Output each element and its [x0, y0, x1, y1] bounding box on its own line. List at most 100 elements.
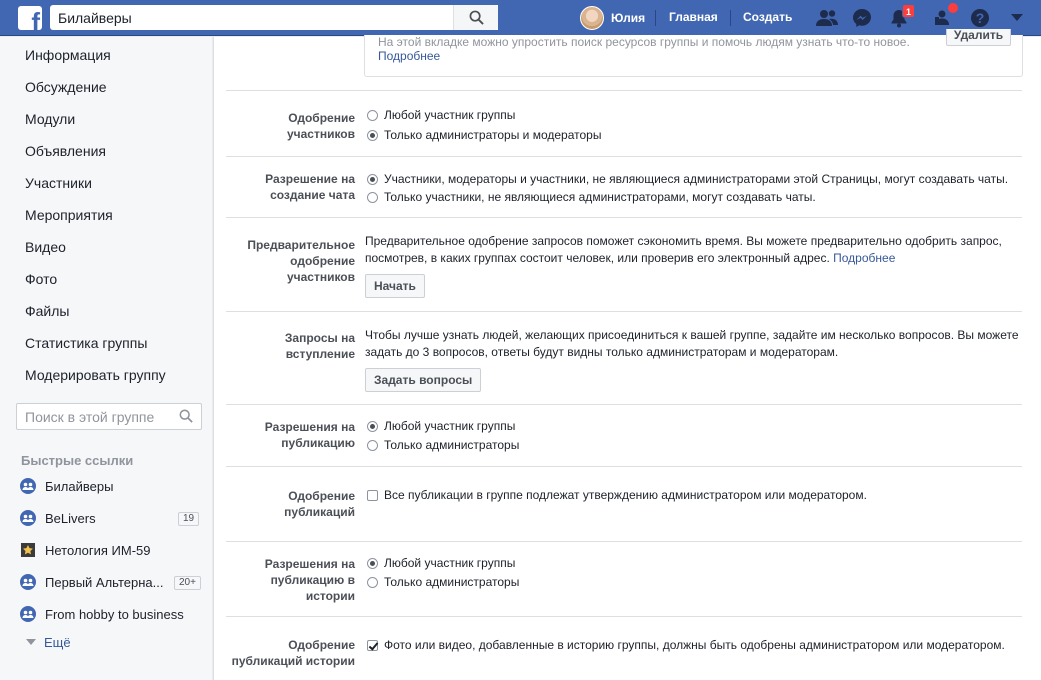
section-divider [226, 217, 1022, 218]
sidebar-item-moderate[interactable]: Модерировать группу [25, 367, 166, 383]
ask-questions-button[interactable]: Задать вопросы [365, 368, 482, 392]
story-permission-label: Разрешения на публикацию в истории [264, 557, 355, 603]
membership-approval-label: Одобрение участников [286, 111, 355, 141]
see-more-link[interactable]: Ещё [26, 635, 71, 650]
quick-link-item[interactable]: Билайверы [20, 477, 113, 495]
section-divider [226, 156, 1022, 157]
story-permission-admins-radio[interactable]: Только администраторы [367, 574, 519, 590]
quick-link-item[interactable]: BeLivers [20, 509, 96, 527]
group-settings-panel: На этой вкладке можно упростить поиск ре… [213, 29, 1041, 680]
radio-button[interactable] [367, 439, 378, 451]
see-more-label: Ещё [44, 635, 71, 650]
membership-approval-admins-radio[interactable]: Только администраторы и модераторы [367, 127, 601, 143]
sidebar-item-videos[interactable]: Видео [25, 239, 66, 255]
quick-link-item[interactable]: Первый Альтерна... [20, 573, 163, 591]
group-icon [20, 478, 36, 494]
nav-divider [655, 10, 656, 26]
membership-approval-any-member-radio[interactable]: Любой участник группы [367, 107, 515, 123]
learn-more-link[interactable]: Подробнее [378, 49, 440, 63]
radio-button[interactable] [367, 129, 378, 141]
sidebar-item-photos[interactable]: Фото [25, 271, 57, 287]
sidebar-item-events[interactable]: Мероприятия [25, 207, 113, 223]
caret-down-icon [26, 639, 36, 645]
post-approval-label: Одобрение публикаций [284, 489, 355, 519]
create-link[interactable]: Создать [743, 10, 792, 24]
quick-link-label: Первый Альтерна... [45, 574, 164, 590]
start-pre-approval-button[interactable]: Начать [365, 274, 425, 298]
group-search-input[interactable] [17, 404, 167, 429]
facebook-logo-icon[interactable]: f [18, 6, 42, 30]
section-divider [226, 541, 1022, 542]
home-link[interactable]: Главная [669, 10, 718, 24]
group-sidebar: Информация Обсуждение Модули Объявления … [0, 37, 212, 680]
story-approval-checkbox[interactable]: Фото или видео, добавленные в историю гр… [367, 637, 1005, 653]
post-permission-label: Разрешения на публикацию [264, 420, 355, 450]
chevron-down-icon[interactable] [1005, 6, 1029, 30]
quick-link-item[interactable]: From hobby to business [20, 605, 184, 623]
search-button[interactable] [453, 5, 498, 30]
radio-button[interactable] [367, 191, 378, 203]
quick-link-label: From hobby to business [45, 606, 184, 622]
section-divider [226, 404, 1022, 405]
learn-more-link[interactable]: Подробнее [833, 251, 895, 265]
quick-link-label: Нетология ИМ-59 [45, 542, 151, 558]
story-approval-label: Одобрение публикаций истории [231, 638, 355, 668]
checkbox[interactable] [367, 639, 378, 651]
quick-link-count: 20+ [174, 576, 201, 590]
group-requests-badge [948, 3, 958, 13]
quick-link-label: BeLivers [45, 510, 96, 526]
membership-questions-label: Запросы на вступление [284, 331, 355, 361]
group-icon [20, 510, 36, 526]
profile-name: Юлия [611, 11, 646, 25]
group-search [16, 403, 202, 430]
story-permission-any-member-radio[interactable]: Любой участник группы [367, 555, 515, 571]
section-divider [226, 616, 1022, 617]
pre-approval-description: Предварительное одобрение запросов помож… [365, 234, 1002, 265]
section-divider [226, 311, 1022, 312]
radio-button[interactable] [367, 576, 378, 588]
chat-permission-all-radio[interactable]: Участники, модераторы и участники, не яв… [367, 171, 1008, 187]
sidebar-item-members[interactable]: Участники [25, 175, 92, 191]
top-navigation-bar: f Юлия Главная Создать 1 ? [0, 0, 1041, 36]
global-search-input[interactable] [50, 5, 450, 30]
post-permission-any-member-radio[interactable]: Любой участник группы [367, 418, 515, 434]
messenger-icon[interactable] [850, 6, 874, 30]
search-icon[interactable] [179, 409, 193, 423]
star-icon [20, 542, 36, 558]
profile-link[interactable]: Юлия [580, 6, 645, 30]
learning-tab-description: На этой вкладке можно упростить поиск ре… [378, 35, 910, 49]
search-icon [469, 10, 484, 25]
sidebar-item-announcements[interactable]: Объявления [25, 143, 106, 159]
sidebar-item-info[interactable]: Информация [25, 47, 111, 63]
radio-button[interactable] [367, 173, 378, 185]
quick-link-item[interactable]: Нетология ИМ-59 [20, 541, 151, 559]
learning-tab-box: На этой вкладке можно упростить поиск ре… [364, 29, 1023, 77]
quick-link-label: Билайверы [45, 478, 114, 494]
quick-links-title: Быстрые ссылки [21, 453, 134, 468]
sidebar-item-files[interactable]: Файлы [25, 303, 69, 319]
radio-button[interactable] [367, 109, 378, 121]
section-divider [226, 466, 1022, 467]
section-divider [226, 90, 1022, 91]
sidebar-item-units[interactable]: Модули [25, 111, 75, 127]
pre-approval-label: Предварительное одобрение участников [247, 238, 355, 284]
post-approval-checkbox[interactable]: Все публикации в группе подлежат утвержд… [367, 487, 867, 503]
notifications-count-badge: 1 [902, 4, 915, 18]
membership-questions-description: Чтобы лучше узнать людей, желающих присо… [365, 328, 1019, 359]
global-search [50, 5, 498, 30]
post-permission-admins-radio[interactable]: Только администраторы [367, 437, 519, 453]
remove-button[interactable]: Удалить [946, 29, 1011, 46]
friend-requests-icon[interactable] [815, 6, 839, 30]
radio-button[interactable] [367, 557, 378, 569]
nav-divider [730, 10, 731, 26]
checkbox[interactable] [367, 489, 378, 501]
help-icon[interactable]: ? [968, 6, 992, 30]
sidebar-item-discussion[interactable]: Обсуждение [25, 79, 107, 95]
chat-permission-non-admins-radio[interactable]: Только участники, не являющиеся админист… [367, 189, 816, 205]
svg-text:?: ? [976, 10, 985, 26]
sidebar-item-insights[interactable]: Статистика группы [25, 335, 147, 351]
avatar [580, 6, 604, 30]
quick-link-count: 19 [178, 512, 200, 526]
radio-button[interactable] [367, 420, 378, 432]
group-icon [20, 574, 36, 590]
